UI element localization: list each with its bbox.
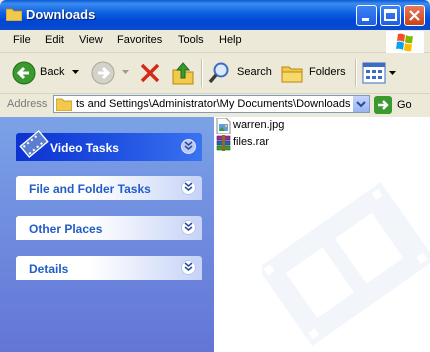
file-name: files.rar (233, 136, 270, 148)
minimize-button[interactable] (356, 5, 377, 26)
forward-arrow-icon (91, 61, 115, 85)
file-list[interactable]: warren.jpg files.rar (214, 117, 430, 352)
back-arrow-icon (12, 61, 36, 85)
folders-label: Folders (309, 66, 346, 78)
address-input[interactable]: ts and Settings\Administrator\My Documen… (53, 95, 370, 113)
details-title: Details (29, 262, 69, 276)
file-folder-tasks-header[interactable]: File and Folder Tasks (16, 176, 202, 200)
close-icon (409, 10, 420, 21)
forward-button[interactable] (90, 59, 132, 87)
explorer-window: Downloads File Edit View Favorites Tools… (0, 0, 430, 352)
expand-chevron-icon[interactable] (181, 180, 196, 195)
folder-icon (56, 98, 72, 111)
chevron-down-icon (356, 101, 366, 108)
windows-logo-icon (386, 31, 424, 53)
film-watermark-icon (262, 182, 430, 346)
views-button[interactable] (362, 61, 398, 85)
up-folder-icon[interactable] (171, 60, 195, 86)
go-button[interactable]: Go (374, 96, 424, 114)
folder-icon (6, 8, 22, 21)
task-pane: Video Tasks File and Folder Tasks Other … (0, 117, 214, 352)
menu-file[interactable]: File (13, 34, 31, 46)
maximize-icon (384, 9, 397, 21)
menu-favorites[interactable]: Favorites (117, 34, 162, 46)
folders-icon (281, 66, 303, 83)
search-button[interactable]: Search (208, 59, 274, 87)
file-name: warren.jpg (233, 119, 285, 131)
details-header[interactable]: Details (16, 256, 202, 280)
back-label: Back (40, 66, 65, 78)
other-places-title: Other Places (29, 222, 103, 236)
back-dropdown-icon[interactable] (72, 70, 79, 75)
maximize-button[interactable] (380, 5, 401, 26)
menu-view[interactable]: View (79, 34, 103, 46)
views-icon (362, 62, 386, 84)
address-label: Address (7, 98, 48, 110)
menu-edit[interactable]: Edit (45, 34, 64, 46)
forward-dropdown-icon[interactable] (122, 70, 129, 75)
other-places-header[interactable]: Other Places (16, 216, 202, 240)
window-title: Downloads (26, 7, 96, 22)
back-button[interactable]: Back (9, 59, 85, 87)
minimize-icon (362, 18, 369, 21)
video-tasks-header[interactable]: Video Tasks (16, 129, 202, 161)
expand-chevron-icon[interactable] (181, 260, 196, 275)
go-arrow-icon (374, 96, 392, 114)
film-strip-icon (19, 129, 49, 159)
address-value: ts and Settings\Administrator\My Documen… (76, 98, 351, 110)
address-bar: Address ts and Settings\Administrator\My… (0, 94, 430, 116)
close-button[interactable] (404, 5, 425, 26)
folders-button[interactable]: Folders (281, 59, 349, 87)
rar-archive-icon (216, 135, 231, 151)
toolbar: Back Search Folders (0, 53, 430, 94)
views-dropdown-icon (389, 71, 396, 75)
go-label: Go (397, 99, 412, 111)
address-dropdown-button[interactable] (352, 96, 369, 112)
search-label: Search (237, 66, 272, 78)
expand-chevron-icon[interactable] (181, 220, 196, 235)
toolbar-separator (355, 59, 357, 87)
menu-bar: File Edit View Favorites Tools Help (0, 30, 430, 53)
collapse-chevron-icon[interactable] (181, 139, 196, 154)
toolbar-separator (201, 59, 203, 87)
video-tasks-title: Video Tasks (50, 141, 119, 155)
title-bar[interactable]: Downloads (0, 0, 430, 30)
menu-tools[interactable]: Tools (178, 34, 204, 46)
file-folder-tasks-title: File and Folder Tasks (29, 182, 151, 196)
stop-icon[interactable] (138, 61, 162, 85)
search-icon (208, 62, 229, 84)
jpg-image-icon (216, 118, 231, 134)
menu-help[interactable]: Help (219, 34, 242, 46)
